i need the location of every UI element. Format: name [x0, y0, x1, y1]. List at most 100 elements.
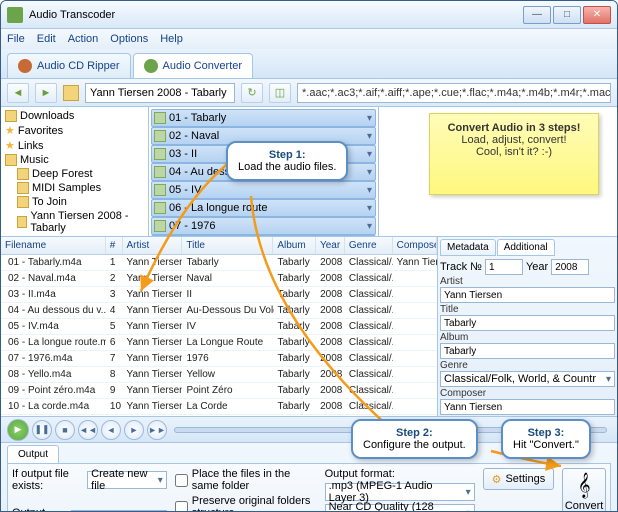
menu-options[interactable]: Options: [110, 33, 148, 45]
album-field[interactable]: [440, 343, 615, 359]
file-item[interactable]: 05 - IV: [151, 181, 376, 199]
table-row[interactable]: 03 - II.m4a3Yann TiersenIITabarly2008Cla…: [1, 287, 437, 303]
maximize-button[interactable]: □: [553, 6, 581, 24]
table-row[interactable]: 01 - Tabarly.m4a1Yann TiersenTabarlyTaba…: [1, 255, 437, 271]
tree-item[interactable]: To Join: [3, 195, 146, 209]
tree-item[interactable]: ★Favorites: [3, 123, 146, 138]
tab-cd-ripper[interactable]: Audio CD Ripper: [7, 53, 131, 78]
table-row[interactable]: 05 - IV.m4a5Yann TiersenIVTabarly2008Cla…: [1, 319, 437, 335]
folder-icon: [17, 216, 27, 228]
table-row[interactable]: 07 - 1976.m4a7Yann Tiersen1976Tabarly200…: [1, 351, 437, 367]
converter-icon: [144, 59, 158, 73]
menu-help[interactable]: Help: [160, 33, 183, 45]
format-select[interactable]: .mp3 (MPEG-1 Audio Layer 3): [325, 483, 475, 501]
minimize-button[interactable]: —: [523, 6, 551, 24]
composer-field[interactable]: [440, 399, 615, 415]
folder-icon: [5, 110, 17, 122]
audio-icon: [154, 184, 166, 196]
folder-tree[interactable]: Downloads★Favorites★LinksMusicDeep Fores…: [1, 107, 149, 236]
nav-fwd-button[interactable]: ►: [35, 83, 57, 103]
fwd-button[interactable]: ►: [124, 420, 144, 440]
table-row[interactable]: 04 - Au dessous du v...4Yann TiersenAu-D…: [1, 303, 437, 319]
column-header[interactable]: Year: [316, 237, 345, 254]
convert-button[interactable]: 𝄞 Convert: [562, 468, 606, 512]
nav-back-button[interactable]: ◄: [7, 83, 29, 103]
pause-button[interactable]: ❚❚: [32, 420, 52, 440]
app-window: Audio Transcoder — □ ✕ File Edit Action …: [0, 0, 618, 512]
audio-icon: [154, 220, 166, 232]
same-folder-checkbox[interactable]: [175, 474, 188, 487]
star-icon: ★: [5, 139, 15, 152]
metatab-metadata[interactable]: Metadata: [440, 239, 496, 256]
file-item[interactable]: 01 - Tabarly: [151, 109, 376, 127]
folder-icon: [17, 182, 29, 194]
menu-edit[interactable]: Edit: [37, 33, 56, 45]
rew-button[interactable]: ◄: [101, 420, 121, 440]
stop-button[interactable]: ■: [55, 420, 75, 440]
tree-item[interactable]: MIDI Samples: [3, 181, 146, 195]
table-row[interactable]: 06 - La longue route.m4a6Yann TiersenLa …: [1, 335, 437, 351]
artist-field[interactable]: [440, 287, 615, 303]
prev-button[interactable]: ◄◄: [78, 420, 98, 440]
tree-item[interactable]: Yann Tiersen 2008 - Tabarly: [3, 209, 146, 235]
menu-file[interactable]: File: [7, 33, 25, 45]
audio-icon: [154, 112, 166, 124]
table-row[interactable]: 11 - 8mm.m4a11Yann Tiersen8 mmTabarly200…: [1, 415, 437, 416]
exists-select[interactable]: Create new file: [87, 471, 167, 489]
file-item[interactable]: 06 - La longue route: [151, 199, 376, 217]
metadata-panel: Metadata Additional Track № Year Artist …: [437, 237, 617, 416]
audio-icon: [154, 202, 166, 214]
close-button[interactable]: ✕: [583, 6, 611, 24]
table-row[interactable]: 08 - Yello.m4a8Yann TiersenYellowTabarly…: [1, 367, 437, 383]
metatab-additional[interactable]: Additional: [497, 239, 555, 256]
preserve-folders-checkbox[interactable]: [175, 501, 188, 512]
file-item[interactable]: 07 - 1976: [151, 217, 376, 235]
next-button[interactable]: ►►: [147, 420, 167, 440]
table-row[interactable]: 09 - Point zéro.m4a9Yann TiersenPoint Zé…: [1, 383, 437, 399]
settings-button[interactable]: ⚙Settings: [483, 468, 555, 490]
trackno-field[interactable]: [485, 259, 523, 275]
menu-bar: File Edit Action Options Help: [1, 29, 617, 49]
path-input[interactable]: Yann Tiersen 2008 - Tabarly: [85, 83, 235, 103]
view-button[interactable]: ◫: [269, 83, 291, 103]
callout-step2: Step 2:Configure the output.: [351, 419, 478, 459]
mode-tabs: Audio CD Ripper Audio Converter: [1, 49, 617, 79]
filter-input[interactable]: *.aac;*.ac3;*.aif;*.aiff;*.ape;*.cue;*.f…: [297, 83, 611, 103]
column-header[interactable]: Title: [182, 237, 273, 254]
folder-icon: [5, 154, 17, 166]
file-item[interactable]: 08 - Yello: [151, 235, 376, 236]
toolbar: ◄ ► Yann Tiersen 2008 - Tabarly ↻ ◫ *.aa…: [1, 79, 617, 107]
play-button[interactable]: ▶: [7, 419, 29, 441]
tree-item[interactable]: Downloads: [3, 109, 146, 123]
callout-step1: Step 1:Load the audio files.: [226, 141, 348, 181]
tree-item[interactable]: ★Links: [3, 138, 146, 153]
quality-select[interactable]: Near CD Quality (128 kbit/s): [325, 504, 475, 512]
window-title: Audio Transcoder: [29, 9, 523, 21]
tab-audio-converter[interactable]: Audio Converter: [133, 53, 254, 78]
audio-icon: [154, 166, 166, 178]
title-field[interactable]: [440, 315, 615, 331]
column-header[interactable]: Genre: [345, 237, 393, 254]
audio-icon: [154, 130, 166, 142]
year-field[interactable]: [551, 259, 589, 275]
column-header[interactable]: Composer: [393, 237, 437, 254]
go-button[interactable]: ↻: [241, 83, 263, 103]
menu-action[interactable]: Action: [68, 33, 99, 45]
column-header[interactable]: #: [106, 237, 123, 254]
table-row[interactable]: 10 - La corde.m4a10Yann TiersenLa CordeT…: [1, 399, 437, 415]
genre-select[interactable]: Classical/Folk, World, & Countr: [440, 371, 615, 387]
grid-header[interactable]: Filename#ArtistTitleAlbumYearGenreCompos…: [1, 237, 437, 255]
column-header[interactable]: Filename: [1, 237, 106, 254]
cd-icon: [18, 59, 32, 73]
titlebar: Audio Transcoder — □ ✕: [1, 1, 617, 29]
tree-item[interactable]: Music: [3, 153, 146, 167]
tree-item[interactable]: Deep Forest: [3, 167, 146, 181]
table-row[interactable]: 02 - Naval.m4a2Yann TiersenNavalTabarly2…: [1, 271, 437, 287]
star-icon: ★: [5, 124, 15, 137]
folder-icon: [17, 168, 29, 180]
tracks-grid: Filename#ArtistTitleAlbumYearGenreCompos…: [1, 237, 617, 417]
column-header[interactable]: Album: [273, 237, 316, 254]
tree-item[interactable]: My Documents: [3, 235, 146, 236]
column-header[interactable]: Artist: [123, 237, 183, 254]
output-tab[interactable]: Output: [7, 445, 59, 463]
